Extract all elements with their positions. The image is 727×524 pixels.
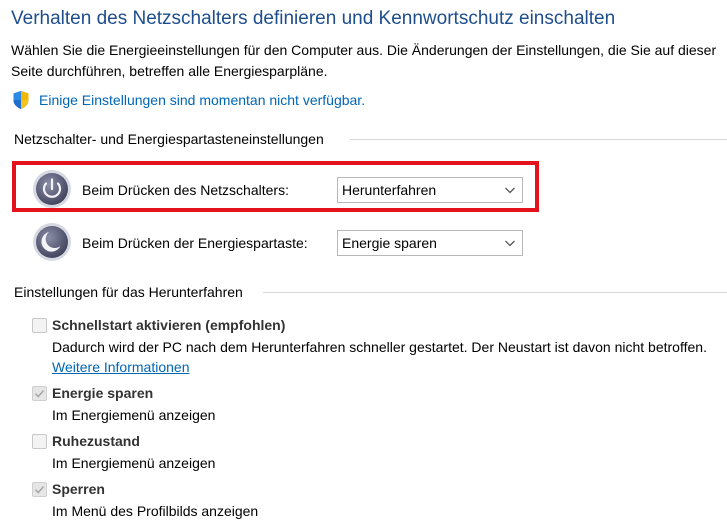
lock-checkbox[interactable]: [32, 482, 47, 497]
page-title: Verhalten des Netzschalters definieren u…: [11, 8, 616, 29]
sleep-button-label: Beim Drücken der Energiespartaste:: [82, 235, 308, 251]
sleep-menu-label: Energie sparen: [52, 385, 154, 401]
chevron-down-icon: [505, 240, 515, 247]
sleep-button-action-select[interactable]: Energie sparen: [337, 230, 523, 256]
section-divider: [263, 292, 727, 293]
sleep-icon: [33, 223, 71, 261]
shutdown-settings-heading: Einstellungen für das Herunterfahren: [14, 284, 243, 300]
checkmark-icon: [34, 389, 45, 398]
fast-startup-label: Schnellstart aktivieren (empfohlen): [52, 317, 286, 333]
button-settings-heading: Netzschalter- und Energiespartasteneinst…: [14, 131, 324, 147]
sleep-menu-description: Im Energiemenü anzeigen: [52, 407, 216, 423]
fast-startup-description: Dadurch wird der PC nach dem Herunterfah…: [52, 337, 712, 377]
power-button-selected-value: Herunterfahren: [342, 182, 437, 198]
power-button-action-select[interactable]: Herunterfahren: [337, 177, 523, 203]
fast-startup-desc-text: Dadurch wird der PC nach dem Herunterfah…: [52, 339, 707, 355]
chevron-down-icon: [505, 187, 515, 194]
more-info-link[interactable]: Weitere Informationen: [52, 359, 189, 375]
sleep-button-selected-value: Energie sparen: [342, 235, 437, 251]
hibernate-label: Ruhezustand: [52, 433, 140, 449]
section-divider: [350, 139, 727, 140]
power-icon: [33, 170, 71, 208]
unavailable-settings-link[interactable]: Einige Einstellungen sind momentan nicht…: [39, 92, 365, 108]
shield-icon: [13, 91, 29, 109]
checkmark-icon: [34, 485, 45, 494]
fast-startup-checkbox[interactable]: [32, 318, 47, 333]
page-description: Wählen Sie die Energieeinstellungen für …: [11, 42, 717, 79]
hibernate-checkbox[interactable]: [32, 434, 47, 449]
power-button-label: Beim Drücken des Netzschalters:: [82, 182, 289, 198]
sleep-menu-checkbox[interactable]: [32, 386, 47, 401]
hibernate-description: Im Energiemenü anzeigen: [52, 455, 216, 471]
lock-label: Sperren: [52, 481, 105, 497]
lock-description: Im Menü des Profilbilds anzeigen: [52, 503, 259, 519]
